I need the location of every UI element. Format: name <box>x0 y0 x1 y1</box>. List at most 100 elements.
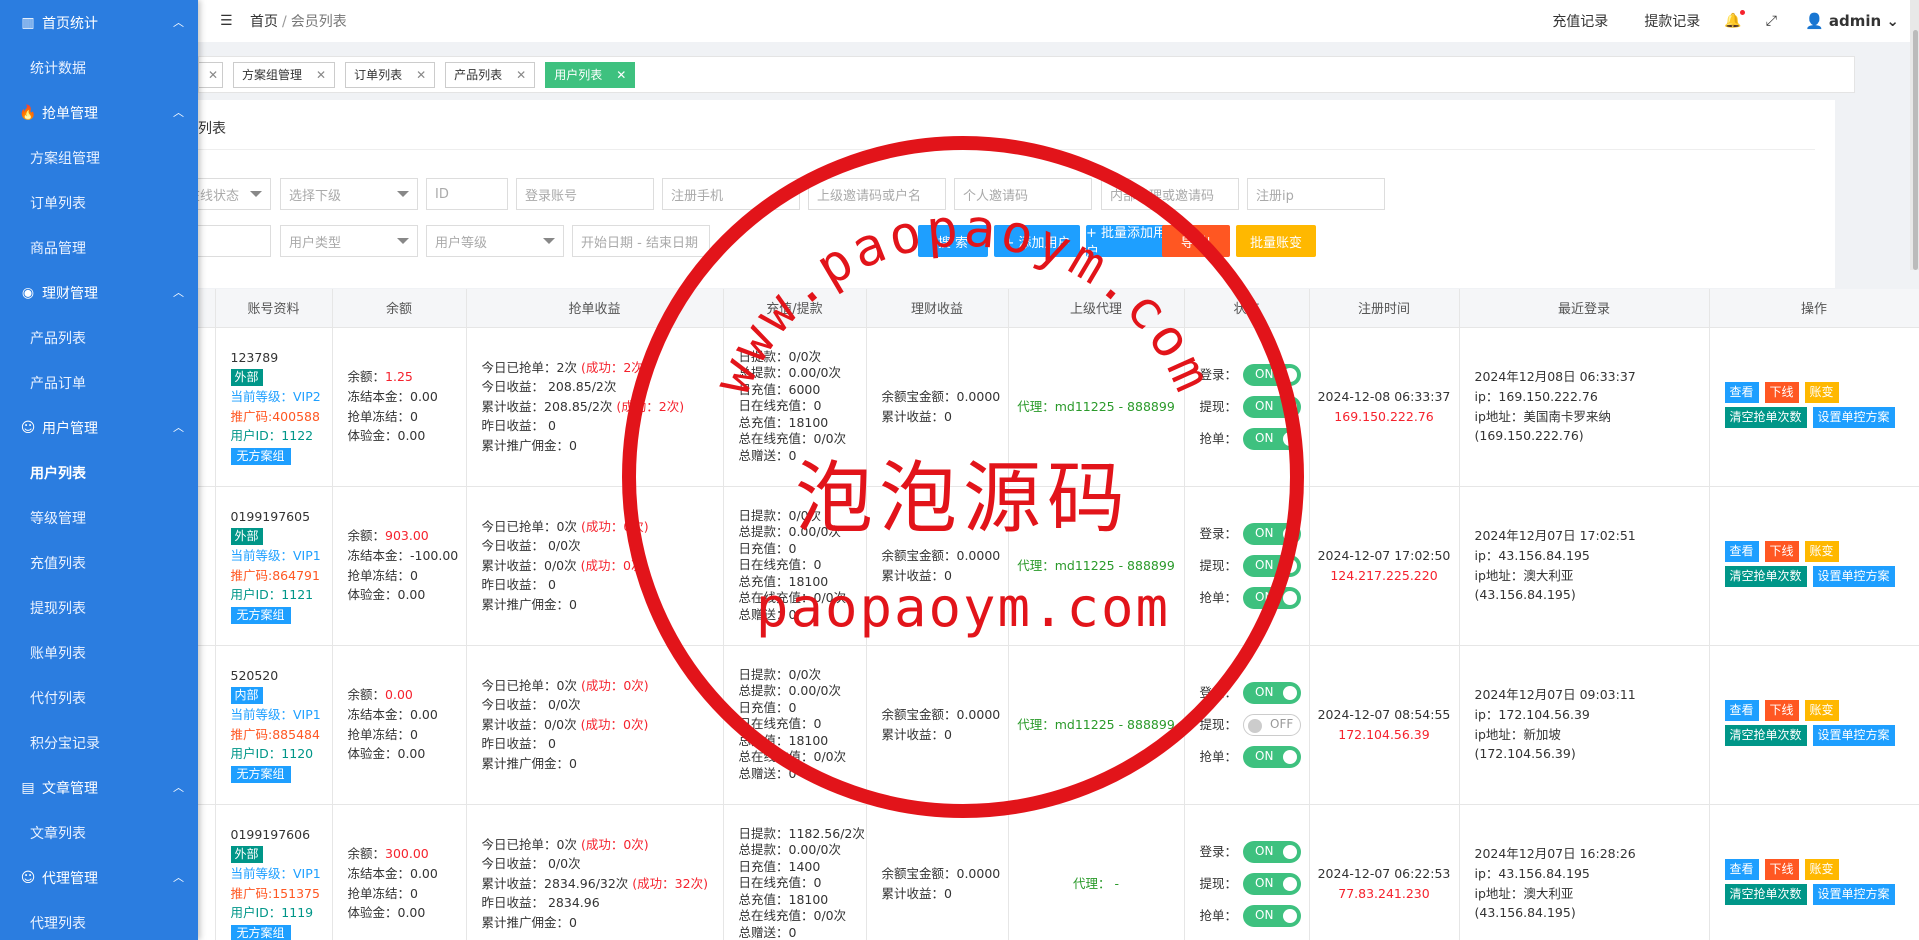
no-plan-badge[interactable]: 无方案组 <box>230 447 291 465</box>
sidebar-item-1-2[interactable]: 商品管理 <box>0 225 198 270</box>
sidebar-item-3-4[interactable]: 账单列表 <box>0 630 198 675</box>
toggle-switch[interactable]: ON <box>1243 872 1302 895</box>
set-plan-button[interactable]: 设置单控方案 <box>1812 883 1895 905</box>
close-icon[interactable]: ✕ <box>208 68 218 82</box>
no-plan-badge[interactable]: 无方案组 <box>230 606 291 624</box>
toggle-switch[interactable]: ON <box>1243 681 1302 704</box>
filter-field-6[interactable]: 个人邀请码 <box>954 178 1092 210</box>
filter-field-8[interactable]: 注册ip <box>1247 178 1385 210</box>
tab-partial[interactable]: ✕ <box>199 61 223 88</box>
account-change-button[interactable]: 账变 <box>1804 858 1839 880</box>
account-change-button[interactable]: 账变 <box>1804 699 1839 721</box>
sidebar-item-1-0[interactable]: 方案组管理 <box>0 135 198 180</box>
close-icon[interactable]: ✕ <box>416 68 426 82</box>
toggle-switch[interactable]: ON <box>1243 395 1302 418</box>
tab-0[interactable]: 方案组管理 ✕ <box>233 61 336 88</box>
toggle-switch[interactable]: ON <box>1243 745 1302 768</box>
sidebar-group-0[interactable]: ▥ 首页统计 ︿ <box>0 0 198 45</box>
filter2-field-1[interactable]: 用户类型 <box>280 225 418 257</box>
account-change-button[interactable]: 账变 <box>1804 540 1839 562</box>
table-cell: 余额宝金额：0.0000 累计收益：0 <box>866 327 1009 487</box>
sidebar-item-1-1[interactable]: 订单列表 <box>0 180 198 225</box>
breadcrumb-separator: / <box>282 14 287 30</box>
sidebar-group-label: 理财管理 <box>42 285 98 302</box>
sidebar-item-2-1[interactable]: 产品订单 <box>0 360 198 405</box>
offline-button[interactable]: 下线 <box>1764 699 1799 721</box>
clear-grab-button[interactable]: 清空抢单次数 <box>1724 406 1807 428</box>
sidebar-item-3-3[interactable]: 提现列表 <box>0 585 198 630</box>
filter-field-7[interactable]: 内部代理或邀请码 <box>1101 178 1239 210</box>
toggle-switch[interactable]: ON <box>1243 522 1302 545</box>
offline-button[interactable]: 下线 <box>1764 540 1799 562</box>
sidebar-item-0-0[interactable]: 统计数据 <box>0 45 198 90</box>
close-icon[interactable]: ✕ <box>616 68 626 82</box>
sidebar-group-3[interactable]: ☺ 用户管理 ︿ <box>0 405 198 450</box>
view-button[interactable]: 查看 <box>1724 540 1759 562</box>
menu-toggle-icon[interactable]: ☰ <box>220 13 236 29</box>
sidebar-item-3-0[interactable]: 用户列表 <box>0 450 198 495</box>
close-icon[interactable]: ✕ <box>516 68 526 82</box>
filter-field-4[interactable]: 注册手机 <box>662 178 800 210</box>
filter2-field-2[interactable]: 用户等级 <box>426 225 564 257</box>
clear-grab-button[interactable]: 清空抢单次数 <box>1724 565 1807 587</box>
user-id: 用户ID：1119 <box>230 905 314 921</box>
filter-field-2[interactable]: ID <box>426 178 508 210</box>
view-button[interactable]: 查看 <box>1724 858 1759 880</box>
view-button[interactable]: 查看 <box>1724 699 1759 721</box>
filter-field-3[interactable]: 登录账号 <box>516 178 654 210</box>
sidebar-item-3-5[interactable]: 代付列表 <box>0 675 198 720</box>
scrollbar[interactable] <box>1910 0 1919 270</box>
sidebar-group-4[interactable]: ▤ 文章管理 ︿ <box>0 765 198 810</box>
filter2-field-3[interactable]: 开始日期 - 结束日期 <box>572 225 710 257</box>
toggle-switch[interactable]: ON <box>1243 363 1302 386</box>
header-cell-4: 理财收益 <box>866 289 1009 328</box>
add-user-button[interactable]: + 添加用户 <box>994 225 1080 257</box>
sidebar-group-5[interactable]: ☺ 代理管理 ︿ <box>0 855 198 900</box>
table-cell: 代理： - <box>1008 804 1185 940</box>
offline-button[interactable]: 下线 <box>1764 858 1799 880</box>
set-plan-button[interactable]: 设置单控方案 <box>1812 406 1895 428</box>
export-button[interactable]: 导 出 <box>1162 225 1230 257</box>
set-plan-button[interactable]: 设置单控方案 <box>1812 724 1895 746</box>
filter-field-5[interactable]: 上级邀请码或户名 <box>808 178 946 210</box>
tab-3[interactable]: 用户列表 ✕ <box>545 61 636 88</box>
sidebar-item-3-1[interactable]: 等级管理 <box>0 495 198 540</box>
table-cell: 登录： ON 提现： ON 抢单： ON <box>1184 327 1310 487</box>
filter-field-1[interactable]: 选择下级 <box>280 178 418 210</box>
table-cell: 查看 下线 账变清空抢单次数 设置单控方案 <box>1709 486 1919 646</box>
clear-grab-button[interactable]: 清空抢单次数 <box>1724 883 1807 905</box>
batch-account-button[interactable]: 批量账变 <box>1236 225 1316 257</box>
recharge-records-link[interactable]: 充值记录 <box>1552 11 1608 31</box>
no-plan-badge[interactable]: 无方案组 <box>230 924 291 940</box>
sidebar-group-2[interactable]: ◉ 理财管理 ︿ <box>0 270 198 315</box>
view-button[interactable]: 查看 <box>1724 381 1759 403</box>
withdraw-records-link[interactable]: 提款记录 <box>1644 11 1700 31</box>
tab-2[interactable]: 产品列表 ✕ <box>445 61 536 88</box>
sidebar-item-2-0[interactable]: 产品列表 <box>0 315 198 360</box>
account-change-button[interactable]: 账变 <box>1804 381 1839 403</box>
breadcrumb-home[interactable]: 首页 <box>250 14 278 30</box>
toggle-switch[interactable]: OFF <box>1243 713 1302 736</box>
set-plan-button[interactable]: 设置单控方案 <box>1812 565 1895 587</box>
bell-icon[interactable]: 🔔 <box>1724 10 1745 29</box>
toggle-switch[interactable]: ON <box>1243 554 1302 577</box>
close-icon[interactable]: ✕ <box>316 68 326 82</box>
toggle-switch[interactable]: ON <box>1243 904 1302 927</box>
no-plan-badge[interactable]: 无方案组 <box>230 765 291 783</box>
user-menu[interactable]: 👤 admin ⌄ <box>1805 12 1899 30</box>
scrollbar-thumb[interactable] <box>1913 30 1918 270</box>
sidebar-item-4-0[interactable]: 文章列表 <box>0 810 198 855</box>
toggle-switch[interactable]: ON <box>1243 840 1302 863</box>
sidebar-item-3-6[interactable]: 积分宝记录 <box>0 720 198 765</box>
sidebar-item-3-2[interactable]: 充值列表 <box>0 540 198 585</box>
sidebar-item-5-0[interactable]: 代理列表 <box>0 900 198 940</box>
tab-1[interactable]: 订单列表 ✕ <box>345 61 436 88</box>
ip-address: (43.156.84.195) <box>1474 587 1576 603</box>
toggle-switch[interactable]: ON <box>1243 427 1302 450</box>
clear-grab-button[interactable]: 清空抢单次数 <box>1724 724 1807 746</box>
offline-button[interactable]: 下线 <box>1764 381 1799 403</box>
fullscreen-icon[interactable]: ⤢ <box>1766 13 1777 29</box>
search-button[interactable]: 搜 索 <box>918 225 988 257</box>
toggle-switch[interactable]: ON <box>1243 586 1302 609</box>
sidebar-group-1[interactable]: 🔥 抢单管理 ︿ <box>0 90 198 135</box>
